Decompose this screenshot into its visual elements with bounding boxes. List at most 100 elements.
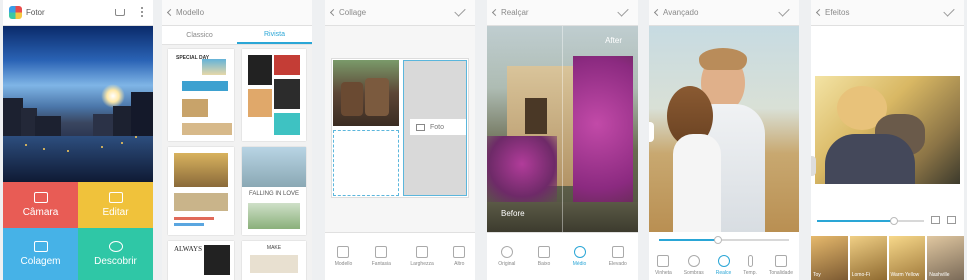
collage-selected-slot[interactable]: Foto (403, 60, 467, 196)
template-thumb[interactable]: ALWAYS (168, 241, 234, 280)
more-menu-icon[interactable] (141, 7, 143, 9)
thumb-title: FALLING IN LOVE (248, 191, 300, 197)
template-thumb[interactable] (168, 147, 234, 235)
tool-label: Elevado (608, 261, 627, 267)
border-width-icon (416, 246, 429, 258)
folder-icon (416, 123, 425, 131)
no-effect-icon (500, 246, 513, 258)
chevron-left-icon (815, 8, 824, 17)
tool-vinheta[interactable]: Vinheta (655, 254, 672, 276)
slider-knob[interactable] (890, 217, 899, 225)
add-photo-button[interactable]: Foto (410, 119, 466, 135)
camera-icon (33, 192, 48, 203)
tool-label: Modello (334, 261, 353, 267)
layout-icon (337, 246, 350, 258)
back-button[interactable]: Avançado (653, 8, 698, 17)
tool-fantasia[interactable]: Fantasia (372, 246, 391, 267)
confirm-check-icon[interactable] (778, 5, 790, 17)
tool-tonalidade[interactable]: Tonalidade (768, 254, 793, 276)
enhance-preview-photo: After Before (487, 26, 638, 232)
tool-label: Baixo (537, 261, 551, 267)
tool-label: Temp. (743, 269, 757, 276)
back-label: Realçar (501, 8, 529, 17)
magic-wand-icon (538, 246, 551, 258)
discover-label: Descobrir (94, 256, 137, 267)
template-thumb[interactable]: MAKE (242, 241, 306, 280)
filter-nashville[interactable]: Nashville (927, 236, 964, 280)
filter-label: Toy (813, 272, 821, 278)
chevron-left-icon (653, 8, 662, 17)
edit-tile[interactable]: Editar (78, 182, 153, 228)
home-screen: Fotor Câmara Editar Colagem Descobrir (3, 0, 153, 280)
cart-icon[interactable] (115, 9, 125, 16)
template-screen: Modello Classico Rivista SPECIAL DAY FAL… (162, 0, 312, 280)
home-header: Fotor (3, 0, 153, 26)
collage-header: Collage (325, 0, 475, 26)
filter-label: Lomo-Fi (851, 272, 871, 278)
collage-canvas: Foto (325, 26, 475, 232)
collage-photo-slot[interactable] (333, 60, 399, 126)
collage-label: Colagem (20, 256, 61, 267)
filter-warm-yellow[interactable]: Warm Yellow (888, 236, 926, 280)
discover-tile[interactable]: Descobrir (78, 228, 153, 280)
tool-label: Realce (715, 269, 732, 276)
filter-toy[interactable]: Toy (811, 236, 848, 280)
tool-medio[interactable]: Médio (572, 246, 587, 267)
filter-label: Nashville (929, 272, 950, 278)
effect-strength-slider[interactable] (817, 217, 924, 225)
magic-wand-icon (611, 246, 624, 258)
collage-empty-slot[interactable] (333, 130, 399, 196)
slider-knob[interactable] (713, 236, 722, 244)
compare-icon[interactable] (931, 216, 940, 224)
chevron-left-icon (491, 8, 500, 17)
tool-label: Original (498, 261, 516, 267)
tool-realce[interactable]: Realce (715, 254, 732, 276)
confirm-check-icon[interactable] (943, 5, 955, 17)
template-thumb[interactable]: FALLING IN LOVE (242, 147, 306, 235)
tool-sombras[interactable]: Sombras (684, 254, 704, 276)
tool-label: Médio (572, 261, 587, 267)
back-button[interactable]: Modello (166, 8, 204, 17)
template-thumb[interactable] (242, 49, 306, 141)
camera-tile[interactable]: Câmara (3, 182, 78, 228)
thumb-title: MAKE (266, 245, 282, 251)
tab-rivista[interactable]: Rivista (237, 26, 312, 44)
collage-tile[interactable]: Colagem (3, 228, 78, 280)
camera-label: Câmara (22, 207, 59, 218)
tool-label: Altro (454, 261, 465, 267)
tool-baixo[interactable]: Baixo (537, 246, 551, 267)
template-tabs: Classico Rivista (162, 26, 312, 45)
effects-screen: Efeitos Toy Lomo-Fi Warm Yellow Nashvill… (811, 0, 964, 280)
back-button[interactable]: Efeitos (815, 8, 849, 17)
tool-altro[interactable]: Altro (453, 246, 466, 267)
tool-modello[interactable]: Modello (334, 246, 353, 267)
vignette-icon (657, 254, 670, 267)
collage-screen: Collage Foto Modello Fantasia Larghezza … (325, 0, 475, 280)
tool-original[interactable]: Original (498, 246, 515, 267)
tool-elevado[interactable]: Elevado (609, 246, 627, 267)
tool-label: Larghezza (410, 261, 434, 267)
back-label: Collage (339, 8, 367, 17)
filter-strip: Toy Lomo-Fi Warm Yellow Nashville (811, 232, 964, 280)
filter-lomofi[interactable]: Lomo-Fi (849, 236, 887, 280)
tab-classico[interactable]: Classico (162, 26, 237, 44)
back-button[interactable]: Realçar (491, 8, 529, 17)
collage-toolbar: Modello Fantasia Larghezza Altro (325, 232, 475, 280)
enhance-screen: Realçar After Before Original Baixo Médi… (487, 0, 638, 280)
confirm-check-icon[interactable] (617, 5, 629, 17)
advanced-header: Avançado (649, 0, 799, 26)
tint-icon (774, 254, 787, 267)
intensity-slider[interactable] (659, 236, 789, 244)
confirm-check-icon[interactable] (454, 5, 466, 17)
crop-icon[interactable] (947, 216, 956, 224)
template-thumb[interactable]: SPECIAL DAY (168, 49, 234, 141)
effects-preview-photo (811, 26, 964, 232)
after-label: After (605, 36, 622, 45)
tool-label: Tonalidade (768, 269, 793, 276)
more-icon (453, 246, 466, 258)
template-grid: SPECIAL DAY FALLING IN LOVE ALWAYS MAKE (162, 45, 312, 280)
tool-temp[interactable]: Temp. (743, 254, 757, 276)
tool-larghezza[interactable]: Larghezza (410, 246, 434, 267)
back-button[interactable]: Collage (329, 8, 367, 17)
advanced-screen: Avançado Vinheta Sombras Realce Temp. To… (649, 0, 799, 280)
